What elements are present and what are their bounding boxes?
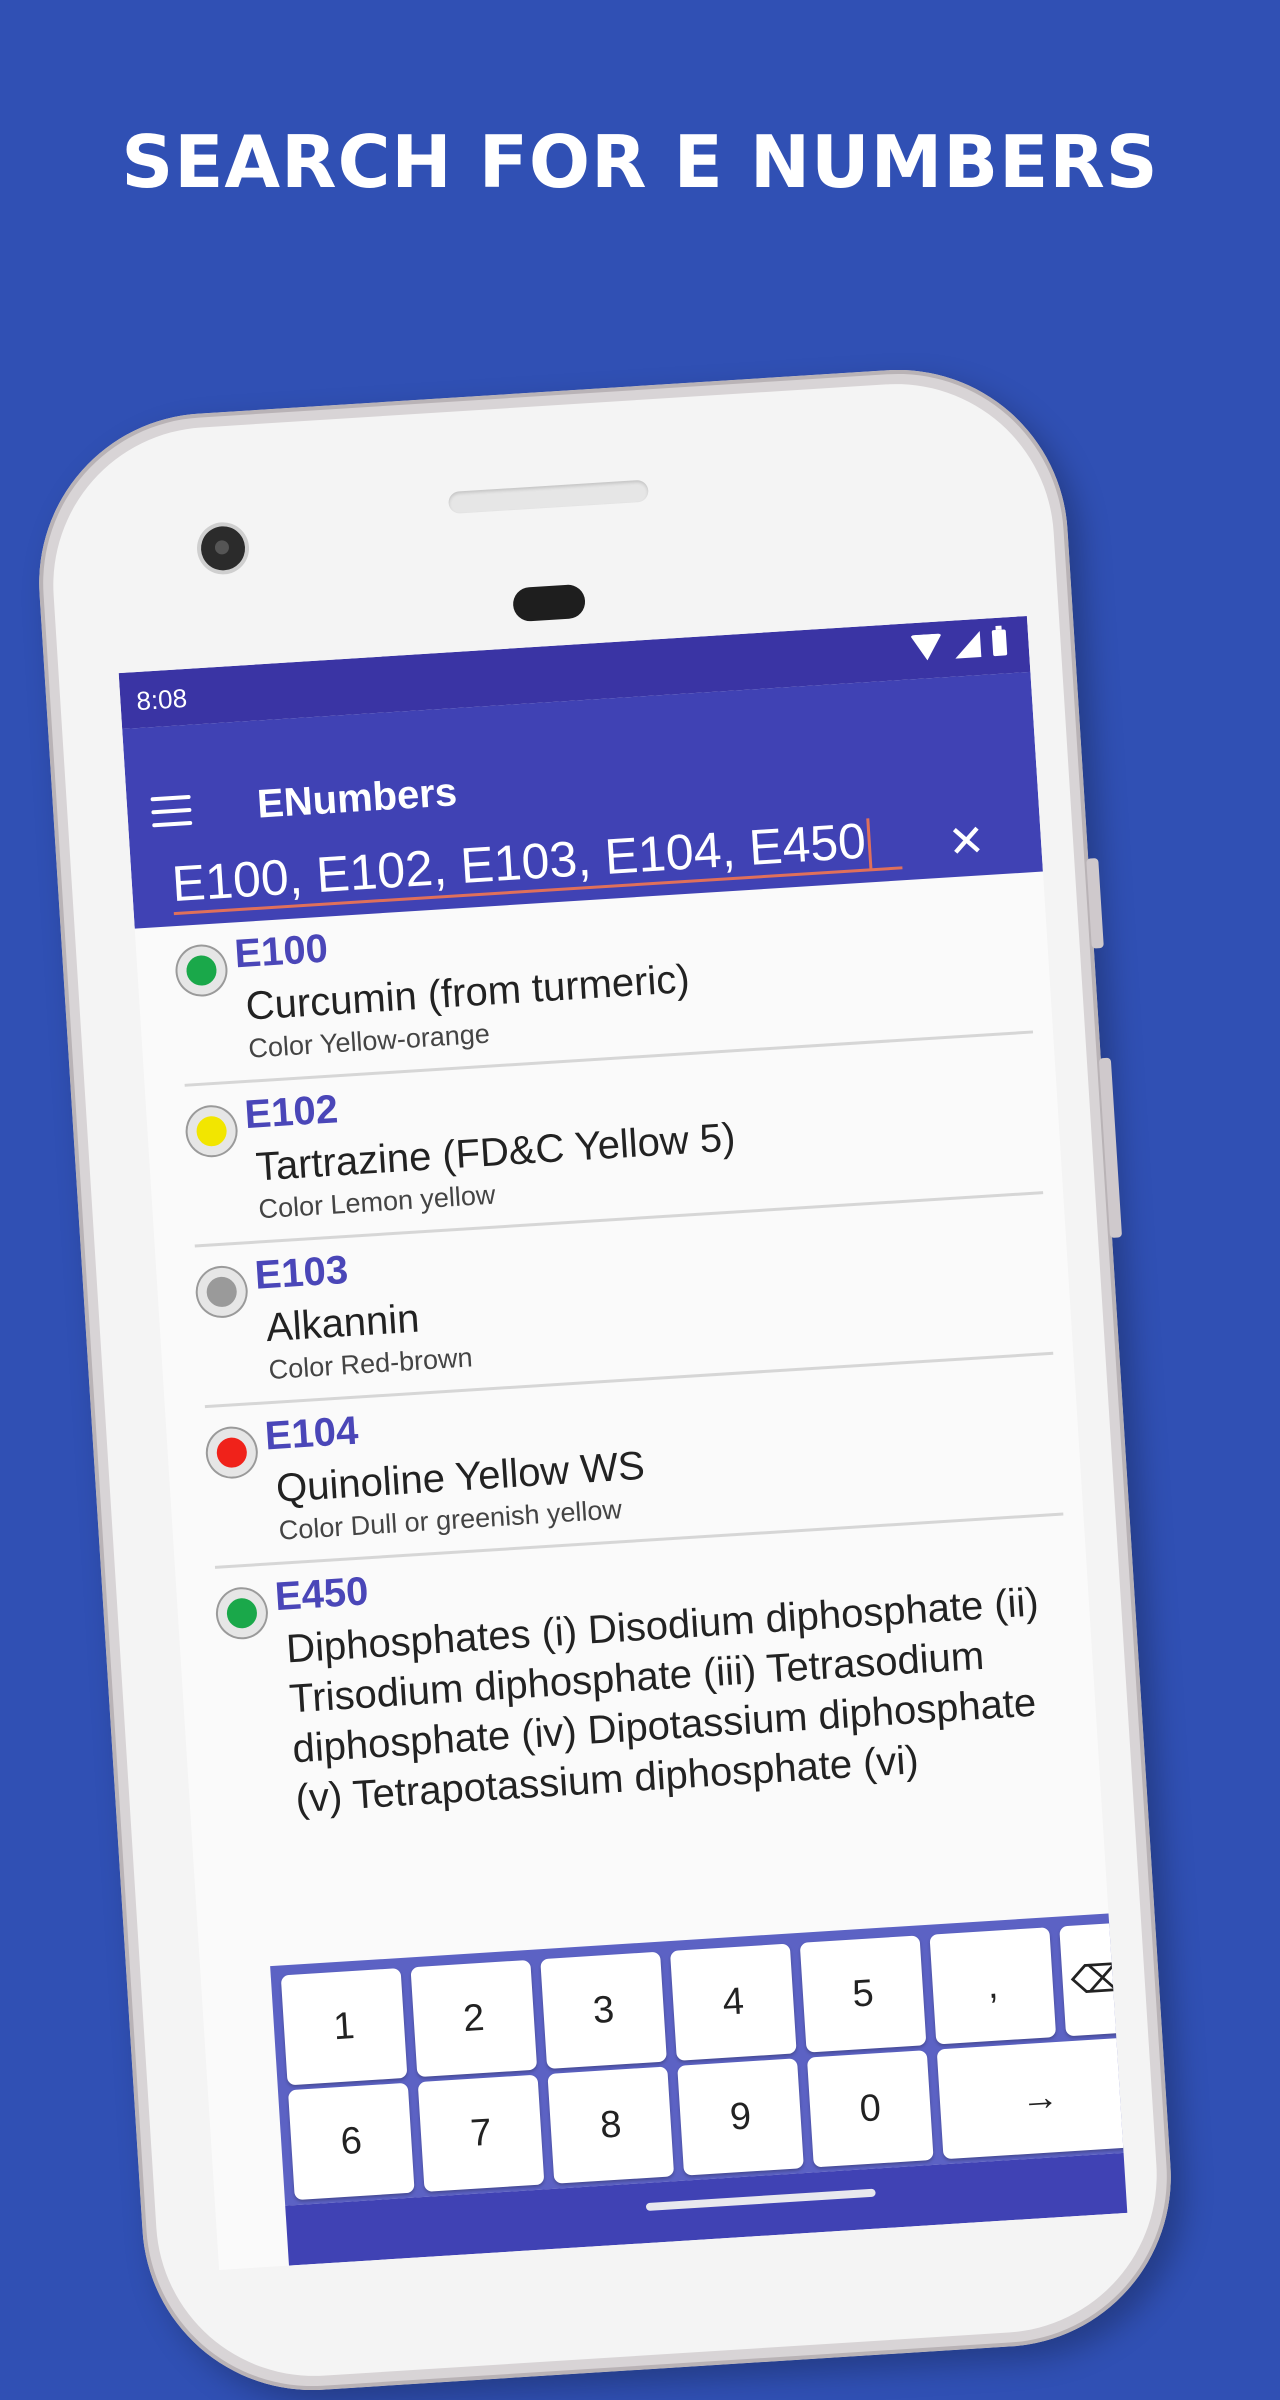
item-name: Diphosphates (i) Disodium diphosphate (i… <box>284 1580 1040 1822</box>
key-6[interactable]: 6 <box>287 2082 415 2201</box>
menu-icon[interactable] <box>150 794 193 829</box>
key-8[interactable]: 8 <box>547 2066 675 2184</box>
front-camera <box>199 525 247 572</box>
status-icons <box>909 629 1008 662</box>
status-time: 8:08 <box>135 682 188 717</box>
item-name: Alkannin <box>264 1296 421 1351</box>
phone-mockup: 8:08 ENumbers E100, E102, E103, E104, E4… <box>28 359 1182 2400</box>
list-item[interactable]: E450 Diphosphates (i) Disodium diphospha… <box>215 1515 1082 1868</box>
phone-screen: 8:08 ENumbers E100, E102, E103, E104, E4… <box>118 616 1128 2270</box>
status-dot-icon <box>216 1587 268 1639</box>
backspace-icon[interactable]: ⌫ <box>1059 1922 1128 2037</box>
home-handle[interactable] <box>645 2188 876 2212</box>
status-dot-icon <box>196 1266 248 1318</box>
item-name: Quinoline Yellow WS <box>274 1443 646 1511</box>
item-code: E450 <box>273 1569 370 1620</box>
item-name: Tartrazine (FD&C Yellow 5) <box>254 1115 737 1190</box>
key-2[interactable]: 2 <box>410 1959 538 2078</box>
signal-icon <box>953 630 982 659</box>
key-7[interactable]: 7 <box>417 2074 545 2192</box>
key-0[interactable]: 0 <box>806 2050 934 2168</box>
key-1[interactable]: 1 <box>280 1967 408 2086</box>
close-icon[interactable]: ✕ <box>946 815 987 868</box>
app-title: ENumbers <box>255 770 459 827</box>
earpiece-speaker <box>447 479 649 515</box>
wifi-icon <box>909 633 944 662</box>
status-dot-icon <box>186 1105 238 1157</box>
item-code: E103 <box>253 1247 350 1298</box>
key-5[interactable]: 5 <box>799 1935 927 2053</box>
status-dot-icon <box>176 945 227 996</box>
text-caret <box>866 818 873 871</box>
key-3[interactable]: 3 <box>540 1951 667 2069</box>
item-name: Curcumin (from turmeric) <box>244 956 691 1029</box>
promo-headline: SEARCH FOR E NUMBERS <box>121 120 1159 204</box>
key-9[interactable]: 9 <box>677 2058 804 2176</box>
proximity-sensor <box>512 583 587 623</box>
key-comma[interactable]: , <box>929 1927 1057 2045</box>
results-list: E100 Curcumin (from turmeric) Color Yell… <box>135 871 1102 1870</box>
battery-icon <box>991 629 1008 657</box>
arrow-right-icon[interactable]: → <box>936 2036 1128 2160</box>
item-code: E102 <box>243 1087 340 1138</box>
key-4[interactable]: 4 <box>669 1943 797 2061</box>
phone-face: 8:08 ENumbers E100, E102, E103, E104, E4… <box>43 374 1167 2386</box>
item-code: E104 <box>263 1408 360 1459</box>
item-code: E100 <box>233 926 330 977</box>
status-dot-icon <box>206 1427 258 1479</box>
